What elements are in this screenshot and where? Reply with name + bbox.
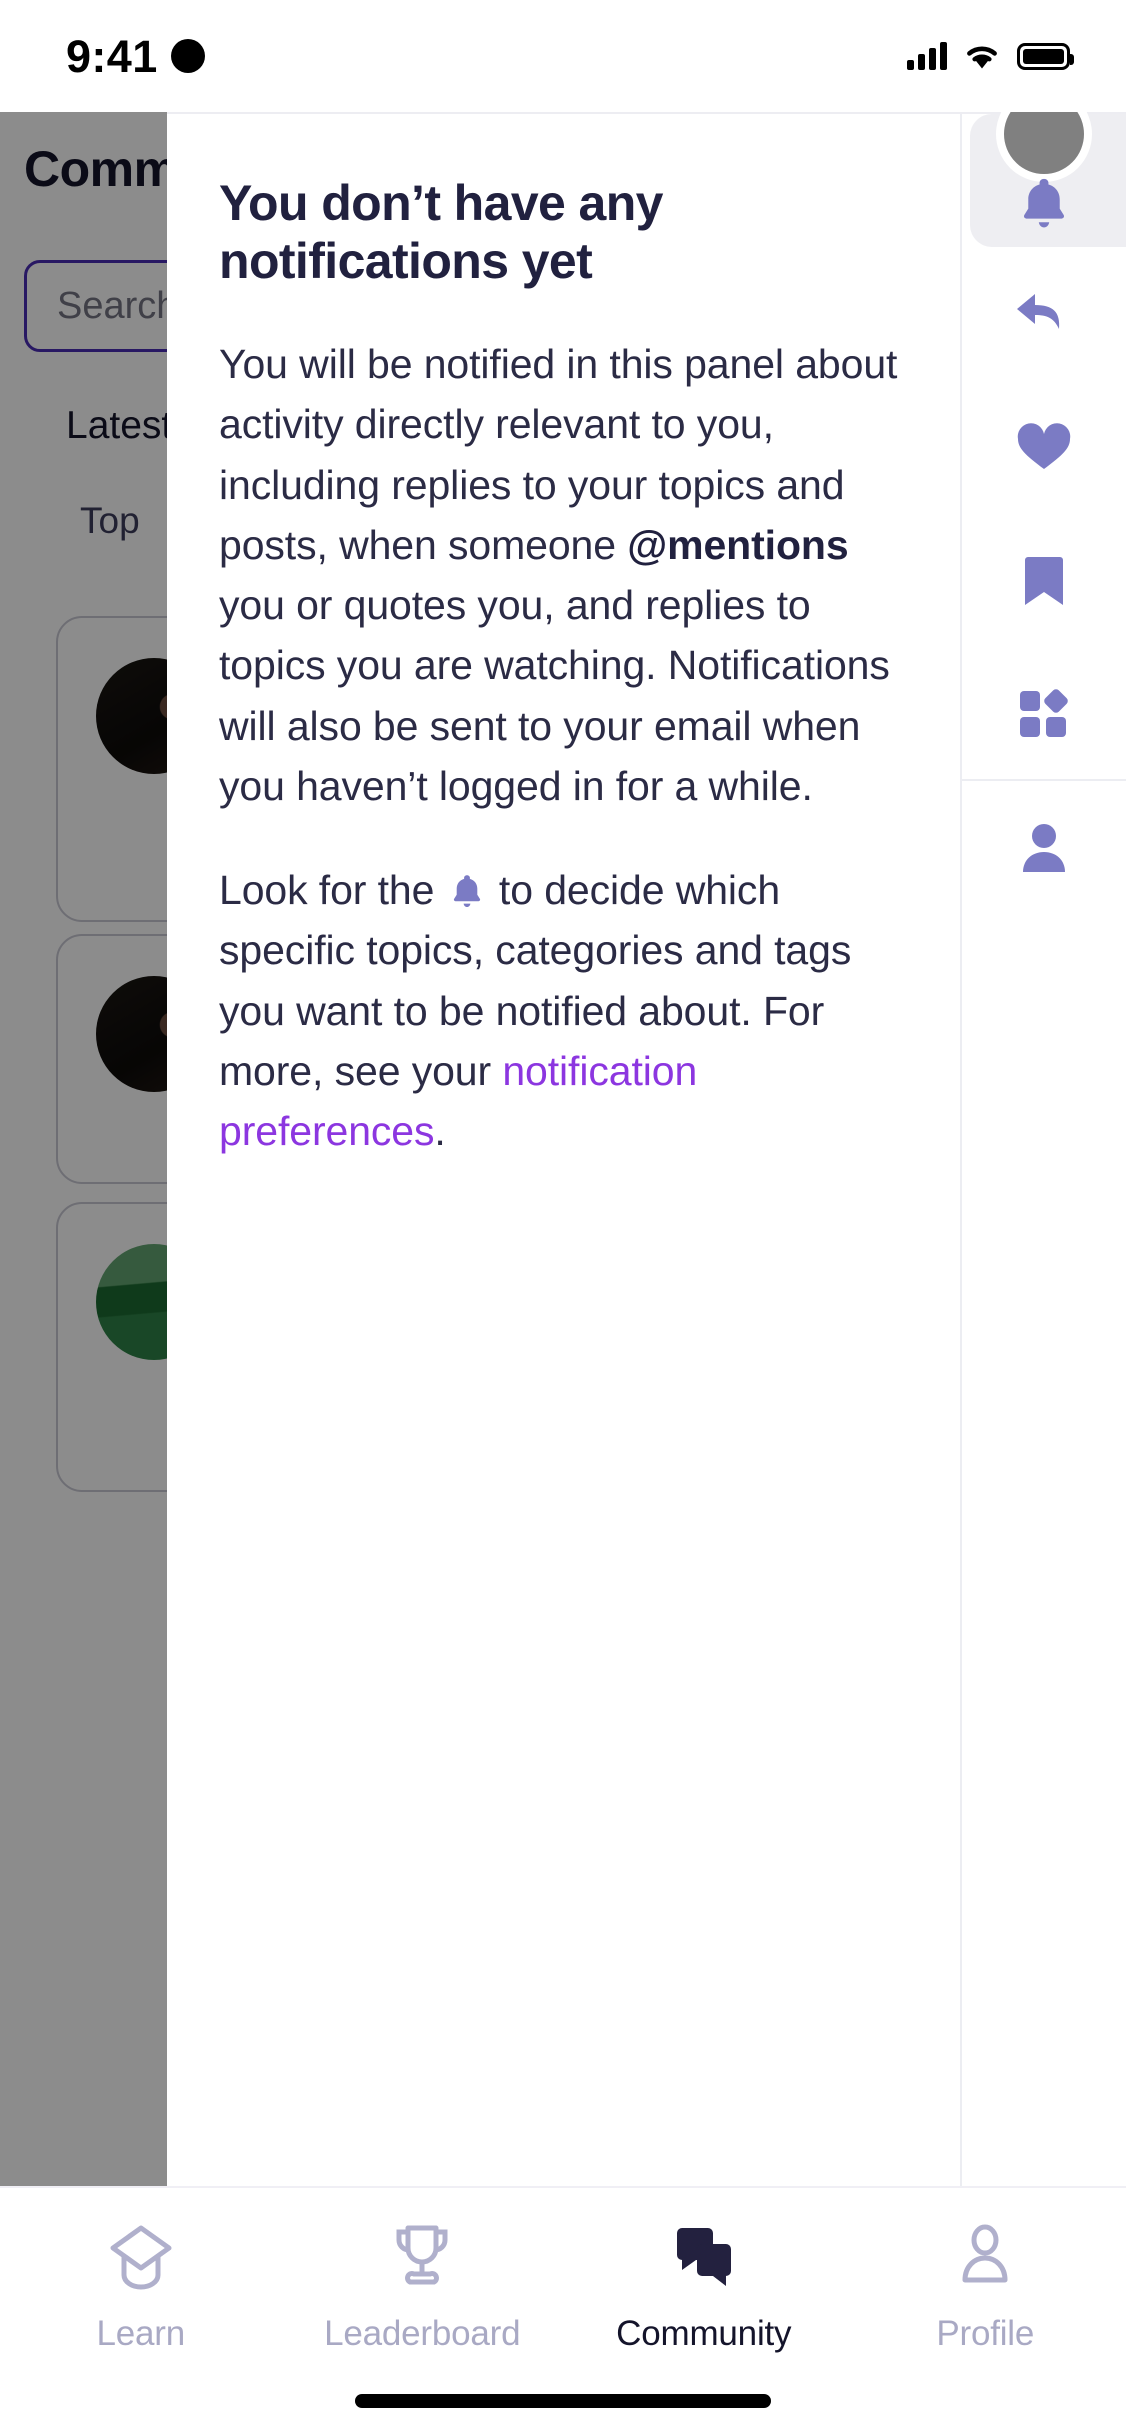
phone-screen: 9:41 Community Search Latest Top You don… bbox=[0, 0, 1126, 2436]
empty-state-paragraph-1: You will be notified in this panel about… bbox=[219, 334, 908, 816]
bell-icon bbox=[453, 875, 480, 908]
status-bar-right bbox=[907, 42, 1074, 70]
rail-item-profile[interactable] bbox=[962, 781, 1126, 914]
paragraph-2-prefix: Look for the bbox=[219, 867, 446, 914]
notifications-panel: You don’t have any notifications yet You… bbox=[167, 86, 1126, 2186]
bell-icon bbox=[1023, 178, 1065, 227]
mentions-keyword: @mentions bbox=[627, 521, 849, 568]
graduation-cap-icon bbox=[110, 2225, 172, 2290]
rail-item-bookmarks[interactable] bbox=[962, 513, 1126, 646]
bookmark-icon bbox=[1025, 556, 1063, 605]
tab-label: Profile bbox=[936, 2314, 1035, 2353]
reply-arrow-icon bbox=[1017, 293, 1060, 329]
battery-icon bbox=[1017, 42, 1074, 70]
tab-label: Learn bbox=[96, 2314, 186, 2353]
rail-item-likes[interactable] bbox=[962, 380, 1126, 513]
grid-apps-icon bbox=[1020, 688, 1068, 737]
tab-label: Leaderboard bbox=[324, 2314, 521, 2353]
paragraph-2-suffix: . bbox=[434, 1108, 446, 1155]
status-time: 9:41 bbox=[66, 30, 158, 82]
notifications-empty-state: You don’t have any notifications yet You… bbox=[167, 114, 962, 2186]
chat-bubbles-icon bbox=[676, 2228, 731, 2286]
do-not-disturb-moon-icon bbox=[170, 39, 205, 73]
empty-state-paragraph-2: Look for the to decide which specific to… bbox=[219, 860, 908, 1161]
tab-profile[interactable]: Profile bbox=[845, 2188, 1126, 2436]
status-bar: 9:41 bbox=[0, 0, 1126, 112]
person-icon bbox=[1023, 823, 1065, 872]
rail-item-other[interactable] bbox=[962, 646, 1126, 779]
rail-item-replies[interactable] bbox=[962, 247, 1126, 380]
trophy-icon bbox=[396, 2225, 448, 2285]
status-bar-left: 9:41 bbox=[66, 34, 205, 79]
rail-item-notifications[interactable] bbox=[962, 86, 1126, 247]
cellular-signal-icon bbox=[907, 42, 947, 70]
tab-label: Community bbox=[616, 2314, 792, 2353]
notifications-rail bbox=[962, 86, 1126, 2186]
empty-state-title: You don’t have any notifications yet bbox=[219, 175, 663, 289]
wifi-icon bbox=[967, 46, 997, 69]
heart-icon bbox=[1017, 422, 1071, 469]
person-outline-icon bbox=[962, 2224, 1008, 2283]
home-indicator[interactable] bbox=[355, 2394, 771, 2408]
paragraph-1-suffix: you or quotes you, and replies to topics… bbox=[219, 582, 890, 809]
tab-learn[interactable]: Learn bbox=[0, 2188, 282, 2436]
